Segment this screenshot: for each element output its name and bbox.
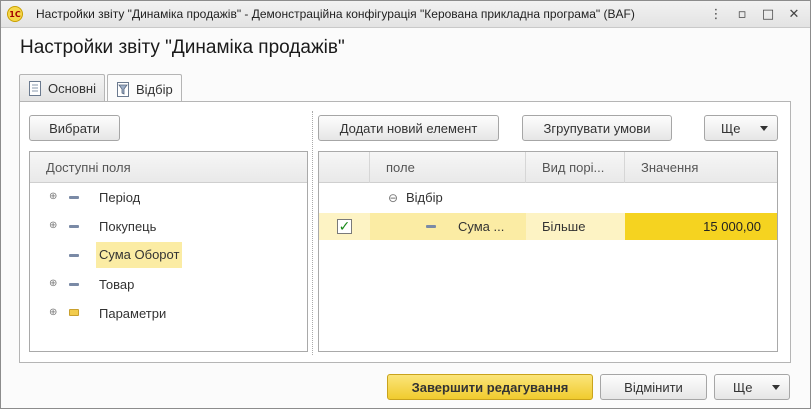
group-conditions-button[interactable]: Згрупувати умови xyxy=(522,115,672,141)
tree-item-label: Покупець xyxy=(99,219,157,234)
attribute-icon xyxy=(69,283,79,286)
value-cell[interactable]: 15 000,00 xyxy=(625,213,777,240)
attribute-icon xyxy=(69,254,79,257)
group-row[interactable]: ⊖ Відбір xyxy=(319,184,777,211)
expand-icon[interactable]: ⊕ xyxy=(49,221,58,231)
field-value: Сума ... xyxy=(458,219,505,234)
cancel-button[interactable]: Відмінити xyxy=(600,374,707,400)
chevron-down-icon xyxy=(760,126,768,131)
tree-item-label: Товар xyxy=(99,277,135,292)
attribute-icon xyxy=(426,225,436,228)
maximize-icon[interactable]: □ xyxy=(758,4,778,24)
tab-label: Основні xyxy=(48,81,96,96)
expand-icon[interactable]: ⊕ xyxy=(49,279,58,289)
finish-editing-button[interactable]: Завершити редагування xyxy=(387,374,593,400)
document-icon xyxy=(29,81,41,96)
available-fields-header: Доступні поля xyxy=(30,152,307,183)
expand-icon[interactable]: ⊕ xyxy=(49,308,58,318)
column-header-value[interactable]: Значення xyxy=(625,152,777,183)
column-header-comparison[interactable]: Вид порі... xyxy=(526,152,625,183)
filter-conditions-grid: поле Вид порі... Значення ⊖ Відбір ✓ Сум… xyxy=(318,151,778,352)
collapse-icon[interactable]: ⊖ xyxy=(388,184,398,211)
filter-icon xyxy=(117,81,129,97)
tree-item-buyer[interactable]: ⊕ Покупець xyxy=(30,213,307,239)
minimize-icon[interactable]: ▫ xyxy=(732,4,752,24)
grid-header: поле Вид порі... Значення xyxy=(319,152,777,183)
add-new-element-button[interactable]: Додати новий елемент xyxy=(318,115,499,141)
tab-filter[interactable]: Відбір xyxy=(107,74,182,103)
tab-bar: Основні Відбір xyxy=(19,74,184,103)
tab-label: Відбір xyxy=(136,81,173,97)
window-title: Настройки звіту "Динаміка продажів" - Де… xyxy=(36,7,635,21)
expand-icon[interactable]: ⊕ xyxy=(49,192,58,202)
field-cell[interactable]: Сума ... xyxy=(370,213,526,240)
tree-item-label: Період xyxy=(99,190,141,205)
tree-item-parameters[interactable]: ⊕ Параметри xyxy=(30,300,307,326)
table-row[interactable]: ✓ Сума ... Більше 15 000,00 xyxy=(319,213,777,240)
chevron-down-icon xyxy=(772,385,780,390)
group-label: Відбір xyxy=(406,190,443,205)
app-logo-icon: 1C xyxy=(7,6,23,22)
tree-item-sum-turnover[interactable]: Сума Оборот xyxy=(30,242,307,268)
use-checkbox[interactable]: ✓ xyxy=(337,219,352,234)
splitter[interactable] xyxy=(312,111,313,355)
folder-icon xyxy=(69,309,79,316)
footer-more-button[interactable]: Ще xyxy=(714,374,790,400)
close-icon[interactable]: ✕ xyxy=(784,4,804,24)
more-menu-button[interactable]: Ще xyxy=(704,115,778,141)
use-cell: ✓ xyxy=(319,213,370,240)
title-bar: 1C Настройки звіту "Динаміка продажів" -… xyxy=(1,1,810,28)
available-fields-tree: Доступні поля ⊕ Період ⊕ Покупець Сума О… xyxy=(29,151,308,352)
window-controls: ⋮ ▫ □ ✕ xyxy=(706,4,804,24)
more-actions-icon[interactable]: ⋮ xyxy=(706,4,726,24)
tree-item-product[interactable]: ⊕ Товар xyxy=(30,271,307,297)
select-button[interactable]: Вибрати xyxy=(29,115,120,141)
attribute-icon xyxy=(69,225,79,228)
column-header-use[interactable] xyxy=(319,152,370,183)
comparison-cell[interactable]: Більше xyxy=(526,213,625,240)
tab-main[interactable]: Основні xyxy=(19,74,105,102)
more-label: Ще xyxy=(733,379,753,395)
page-title: Настройки звіту "Динаміка продажів" xyxy=(20,37,345,58)
settings-window: 1C Настройки звіту "Динаміка продажів" -… xyxy=(0,0,811,409)
tree-item-label: Параметри xyxy=(99,306,167,321)
tree-item-label: Сума Оборот xyxy=(96,242,183,268)
more-label: Ще xyxy=(721,120,741,136)
attribute-icon xyxy=(69,196,79,199)
tree-item-period[interactable]: ⊕ Період xyxy=(30,184,307,210)
column-header-field[interactable]: поле xyxy=(370,152,526,183)
